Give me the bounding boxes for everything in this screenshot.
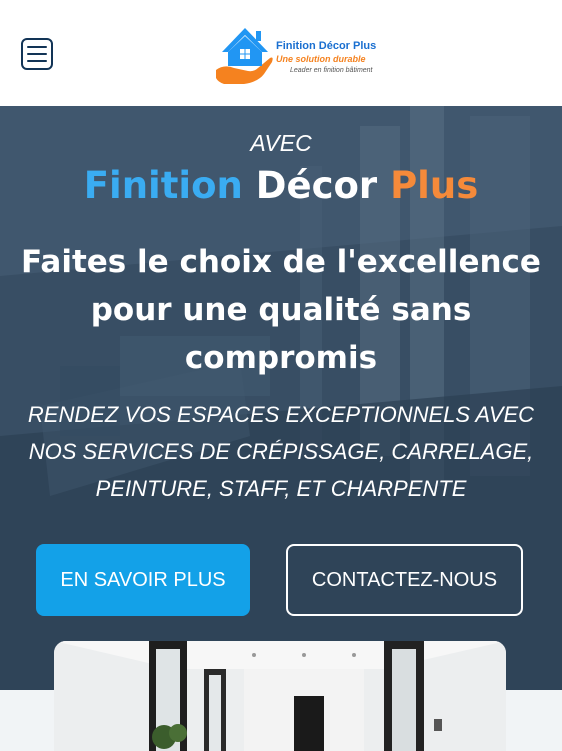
logo-name: Finition Décor Plus bbox=[276, 40, 377, 52]
hero-kicker: AVEC bbox=[250, 130, 312, 156]
brand-word-plus: Plus bbox=[390, 164, 479, 207]
hero-content: AVEC Finition Décor Plus Faites le choix… bbox=[0, 106, 562, 690]
logo-subtitle: Leader en finition bâtiment bbox=[290, 67, 373, 74]
hero-brand: Finition Décor Plus bbox=[0, 164, 562, 207]
logo-tagline: Une solution durable bbox=[276, 54, 366, 64]
menu-line bbox=[27, 46, 47, 48]
en-savoir-plus-button[interactable]: EN SAVOIR PLUS bbox=[36, 544, 250, 616]
hero-section: AVEC Finition Décor Plus Faites le choix… bbox=[0, 106, 562, 690]
hero-subline: Rendez vos espaces exceptionnels avec no… bbox=[27, 402, 535, 501]
brand-word-decor: Décor bbox=[255, 164, 378, 207]
menu-line bbox=[27, 60, 47, 62]
brand-word-finition: Finition bbox=[83, 164, 243, 207]
menu-line bbox=[27, 53, 47, 55]
house-hand-logo-icon bbox=[216, 28, 273, 84]
site-header: Finition Décor Plus Une solution durable… bbox=[0, 0, 562, 107]
site-logo[interactable]: Finition Décor Plus Une solution durable… bbox=[214, 22, 394, 88]
contactez-nous-button[interactable]: CONTACTEZ-NOUS bbox=[286, 544, 523, 616]
interior-photo-image bbox=[54, 641, 506, 751]
hamburger-menu-icon[interactable] bbox=[21, 38, 53, 70]
interior-photo bbox=[54, 641, 506, 751]
hero-headline: Faites le choix de l'excellence pour une… bbox=[21, 244, 541, 376]
